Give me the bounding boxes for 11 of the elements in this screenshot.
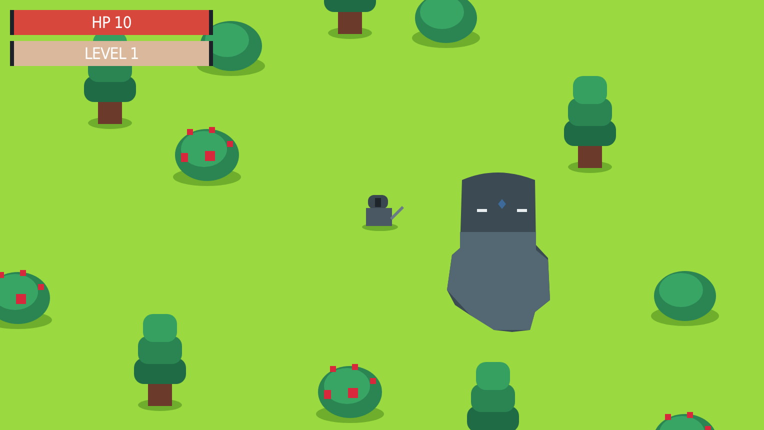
round-bush: [651, 271, 719, 326]
bar-label: HP 10: [92, 13, 132, 32]
pine-tree: [467, 362, 519, 430]
berry-bush: [653, 412, 717, 430]
knight-sprite: [362, 195, 404, 231]
berry-bush: [0, 270, 52, 329]
berry-bush: [173, 127, 241, 186]
berry-bush: [316, 364, 384, 423]
pine-tree: [324, 0, 376, 39]
bar-label: LEVEL 1: [84, 44, 139, 63]
round-bush: [412, 0, 480, 48]
